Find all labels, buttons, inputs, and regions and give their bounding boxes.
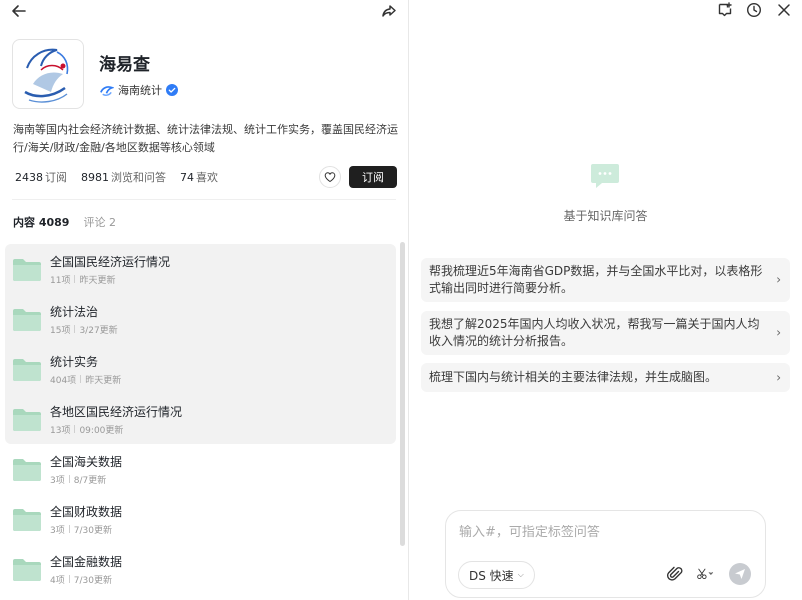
divider (12, 199, 396, 200)
kb-title: 海易查 (99, 55, 150, 75)
suggestion-2[interactable]: 我想了解2025年国内人均收入状况，帮我写一篇关于国内人均收入情况的统计分析报告… (421, 311, 790, 355)
folder-meta: 404项 昨天更新 (50, 373, 121, 386)
chat-input[interactable] (459, 525, 749, 540)
stat-likes: 74 喜欢 (180, 171, 218, 184)
send-icon (735, 569, 745, 579)
folder-item[interactable]: 全国财政数据 3项 7/30更新 (5, 494, 396, 544)
folder-title: 全国金融数据 (50, 554, 123, 569)
folder-count: 3项 (50, 475, 65, 486)
folder-icon (13, 359, 41, 381)
folder-icon (13, 559, 41, 581)
folder-meta: 15项 3/27更新 (50, 323, 118, 336)
folder-count: 3项 (50, 525, 65, 536)
folder-updated: 7/30更新 (73, 525, 112, 536)
suggestion-text: 帮我梳理近5年海南省GDP数据，并与全国水平比对，以表格形式输出同时进行简要分析… (429, 264, 763, 295)
new-chat-icon[interactable] (715, 0, 735, 20)
back-arrow-icon[interactable] (8, 0, 30, 22)
scrollbar[interactable] (400, 242, 405, 546)
meta-separator (74, 275, 76, 283)
folder-updated: 3/27更新 (79, 325, 118, 336)
app: 海易查 海南统计 海南等国内社会经济统计数据、统计法律法规、统计工作实务，覆盖国… (0, 0, 802, 600)
folder-meta: 11项 昨天更新 (50, 273, 170, 286)
knowledge-base-panel: 海易查 海南统计 海南等国内社会经济统计数据、统计法律法规、统计工作实务，覆盖国… (0, 0, 409, 600)
folder-updated: 昨天更新 (79, 275, 116, 286)
folder-updated: 7/30更新 (73, 575, 112, 586)
folder-item[interactable]: 统计法治 15项 3/27更新 (5, 294, 396, 344)
folder-item[interactable]: 全国海关数据 3项 8/7更新 (5, 444, 396, 494)
subscribe-button[interactable]: 订阅 (349, 166, 397, 188)
stat-views-qa: 8981 浏览和问答 (81, 171, 166, 184)
folder-item[interactable]: 全国国民经济运行情况 11项 昨天更新 (5, 244, 396, 294)
content-tabs: 内容 4089 评论 2 (13, 214, 116, 230)
verified-badge-icon (166, 84, 178, 96)
folder-count: 11项 (50, 275, 71, 286)
folder-list: 全国国民经济运行情况 11项 昨天更新 统计法治 15项 3/27更新 统计实务 404项 昨天… (5, 244, 396, 594)
folder-count: 404项 (50, 375, 77, 386)
folder-icon (13, 459, 41, 481)
heart-icon (324, 172, 336, 183)
send-button[interactable] (729, 563, 751, 585)
folder-meta: 4项 7/30更新 (50, 573, 122, 586)
folder-item[interactable]: 各地区国民经济运行情况 13项 09:00更新 (5, 394, 396, 444)
meta-separator (68, 525, 70, 533)
suggestion-text: 我想了解2025年国内人均收入状况，帮我写一篇关于国内人均收入情况的统计分析报告… (429, 317, 760, 348)
chevron-right-icon: › (776, 325, 781, 340)
folder-title: 全国海关数据 (50, 454, 123, 469)
folder-title: 各地区国民经济运行情况 (50, 404, 183, 419)
tab-comments[interactable]: 评论 2 (83, 214, 116, 230)
suggestion-1[interactable]: 帮我梳理近5年海南省GDP数据，并与全国水平比对，以表格形式输出同时进行简要分析… (421, 258, 790, 302)
folder-count: 15项 (50, 325, 71, 336)
chat-composer: DS 快速 ⌵ (445, 510, 766, 598)
folder-updated: 09:00更新 (79, 425, 124, 436)
kb-org[interactable]: 海南统计 (99, 82, 178, 98)
folder-count: 4项 (50, 575, 65, 586)
org-logo-icon (100, 85, 114, 96)
history-clock-icon[interactable] (744, 0, 764, 20)
folder-updated: 8/7更新 (73, 475, 107, 486)
stat-subscriptions: 2438 订阅 (15, 171, 67, 184)
folder-title: 全国财政数据 (50, 504, 123, 519)
folder-meta: 3项 8/7更新 (50, 473, 122, 486)
kb-logo (12, 39, 84, 109)
meta-separator (74, 325, 76, 333)
folder-icon (13, 309, 41, 331)
folder-meta: 3项 7/30更新 (50, 523, 122, 536)
like-button[interactable] (319, 166, 341, 188)
org-name: 海南统计 (118, 84, 162, 97)
share-icon[interactable] (378, 0, 400, 22)
chat-bubble-icon (591, 164, 619, 188)
model-label: DS 快速 (469, 568, 514, 583)
chevron-right-icon: › (776, 370, 781, 384)
suggestion-text: 梳理下国内与统计相关的主要法律法规，并生成脑图。 (429, 370, 718, 384)
folder-icon (13, 409, 41, 431)
chevron-right-icon: › (776, 272, 781, 287)
folder-count: 13项 (50, 425, 71, 436)
folder-title: 统计实务 (50, 354, 99, 369)
qa-heading: 基于知识库问答 (563, 209, 648, 223)
meta-separator (74, 425, 76, 433)
model-selector[interactable]: DS 快速 ⌵ (458, 561, 535, 589)
folder-title: 全国国民经济运行情况 (50, 254, 171, 269)
kb-description: 海南等国内社会经济统计数据、统计法律法规、统计工作实务，覆盖国民经济运行/海关/… (13, 123, 398, 154)
meta-separator (68, 475, 70, 483)
qa-panel: 基于知识库问答 帮我梳理近5年海南省GDP数据，并与全国水平比对，以表格形式输出… (409, 0, 802, 600)
scissors-tool-icon[interactable] (692, 563, 718, 585)
suggestion-3[interactable]: 梳理下国内与统计相关的主要法律法规，并生成脑图。 › (421, 363, 790, 392)
kb-stats: 2438 订阅 8981 浏览和问答 74 喜欢 (15, 169, 218, 185)
folder-meta: 13项 09:00更新 (50, 423, 182, 436)
folder-item[interactable]: 全国金融数据 4项 7/30更新 (5, 544, 396, 594)
attach-paperclip-icon[interactable] (664, 563, 686, 585)
chevron-down-icon: ⌵ (517, 570, 524, 579)
folder-icon (13, 509, 41, 531)
folder-item[interactable]: 统计实务 404项 昨天更新 (5, 344, 396, 394)
meta-separator (80, 375, 82, 383)
meta-separator (68, 575, 70, 583)
tab-content[interactable]: 内容 4089 (13, 214, 69, 230)
close-icon[interactable] (774, 0, 794, 20)
folder-icon (13, 259, 41, 281)
folder-title: 统计法治 (50, 304, 99, 319)
folder-updated: 昨天更新 (85, 375, 122, 386)
